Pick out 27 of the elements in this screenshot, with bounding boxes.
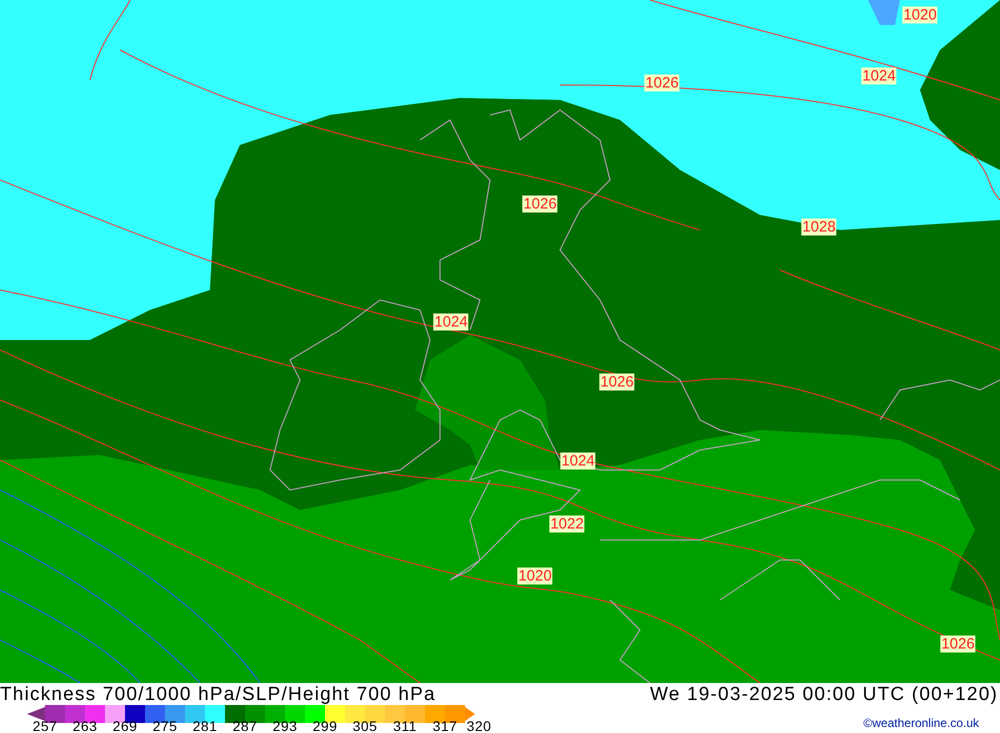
isobar-label: 1024 — [433, 314, 469, 330]
legend-label: 281 — [192, 719, 218, 733]
legend-label: 269 — [112, 719, 138, 733]
isobar-label: 1020 — [517, 568, 553, 584]
credit-link[interactable]: ©weatheronline.co.uk — [863, 716, 979, 730]
isobar-label: 1020 — [902, 6, 938, 24]
isobar-label: 1028 — [801, 218, 837, 236]
isobar-label: 1022 — [549, 516, 585, 532]
legend-label: 275 — [152, 719, 178, 733]
legend-label: 287 — [232, 719, 258, 733]
forecast-datetime: We 19-03-2025 00:00 UTC (00+120) — [650, 683, 998, 707]
legend-label: 263 — [72, 719, 98, 733]
legend-label: 257 — [32, 719, 58, 733]
isobar-label: 1026 — [940, 636, 976, 652]
map-title: Thickness 700/1000 hPa/SLP/Height 700 hPa — [0, 683, 436, 707]
legend-arrow-icon — [465, 707, 475, 721]
isobar-label: 1026 — [644, 74, 680, 92]
isobar-label: 1024 — [560, 452, 596, 470]
legend-label: 320 — [466, 719, 492, 733]
legend-label: 317 — [432, 719, 458, 733]
legend-label: 299 — [312, 719, 338, 733]
isobar-label: 1026 — [599, 374, 635, 390]
legend-label: 293 — [272, 719, 298, 733]
legend-label: 311 — [393, 719, 417, 733]
isobar-label: 1026 — [522, 196, 558, 212]
legend-label: 305 — [352, 719, 378, 733]
isobar-label: 1024 — [861, 68, 897, 84]
